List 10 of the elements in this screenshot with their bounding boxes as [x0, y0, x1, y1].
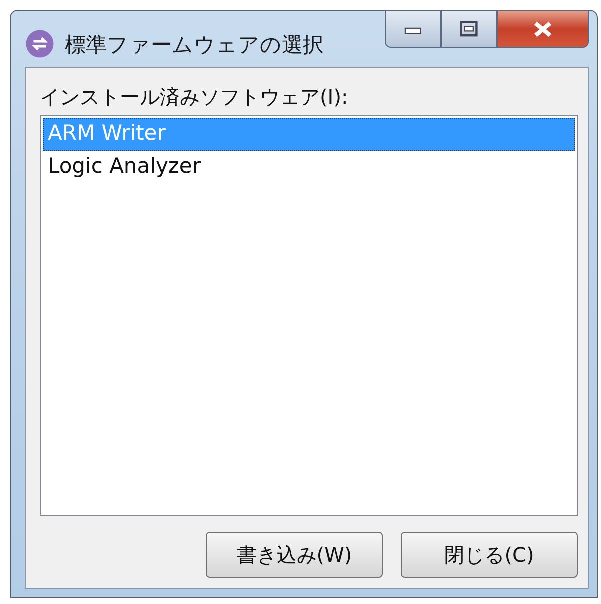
minimize-button[interactable]	[385, 10, 441, 48]
maximize-icon	[458, 21, 480, 37]
list-item[interactable]: Logic Analyzer	[43, 151, 575, 184]
list-label: インストール済みソフトウェア(I):	[40, 84, 350, 111]
maximize-button[interactable]	[441, 10, 497, 48]
dialog-button[interactable]: 書き込み(W)	[206, 532, 383, 578]
window-title: 標準ファームウェアの選択	[65, 32, 324, 59]
software-list[interactable]: ARM Writer Logic Analyzer	[40, 115, 578, 516]
dialog-button[interactable]: 閉じる(C)	[401, 532, 578, 578]
close-button[interactable]	[497, 10, 589, 48]
